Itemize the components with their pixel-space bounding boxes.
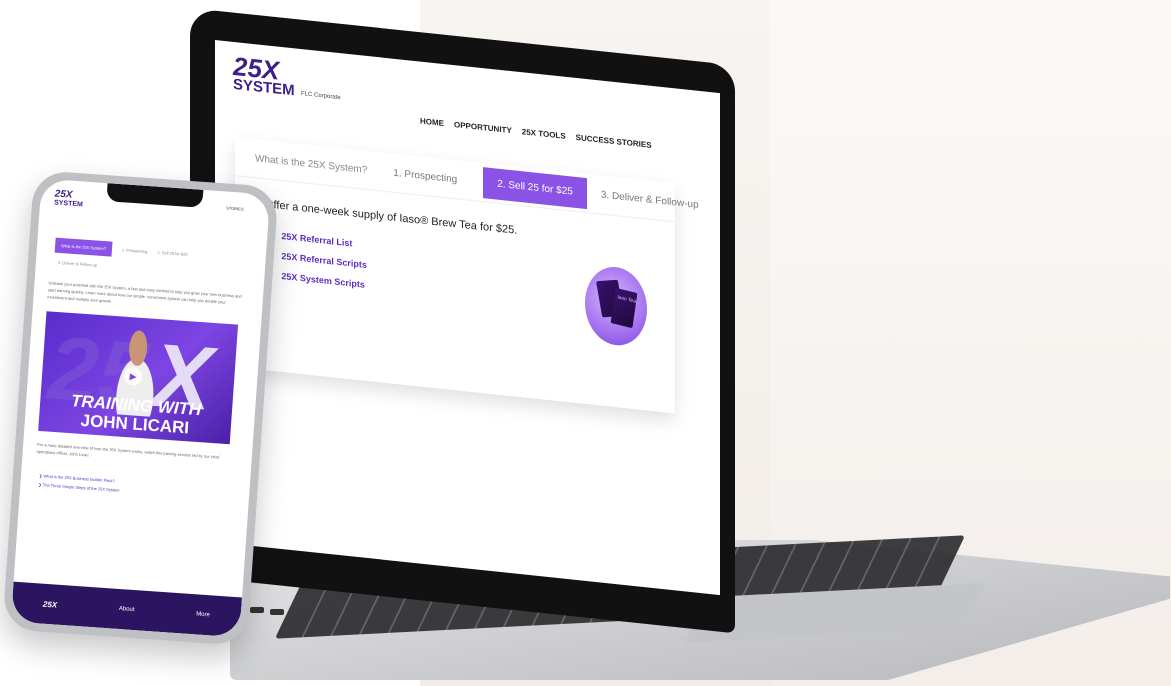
tab-deliver[interactable]: 3. Deliver & Follow-up	[601, 189, 699, 210]
link-label: 25X Referral Scripts	[281, 250, 367, 270]
nav-25x-tools[interactable]: 25X TOOLS	[522, 127, 566, 141]
phone-nav-stories[interactable]: STORIES	[226, 205, 244, 211]
link-referral-scripts[interactable]: ❯ 25X Referral Scripts	[265, 248, 367, 270]
site-logo[interactable]: 25X SYSTEM FLC Corporate	[233, 51, 341, 105]
bottom-nav-about[interactable]: About	[119, 606, 135, 613]
phone-intro-text: Unleash your potential with the 25X Syst…	[47, 280, 242, 305]
nav-success-stories[interactable]: SUCCESS STORIES	[576, 133, 652, 150]
phone-link-builder-pack[interactable]: ❯ What is the 25X Business Builder Pack?	[39, 473, 115, 483]
usb-port	[270, 609, 284, 615]
tab-sell-25[interactable]: 2. Sell 25 for $25	[483, 166, 587, 209]
laptop-screen: 25X SYSTEM FLC Corporate HOME OPPORTUNIT…	[215, 40, 720, 596]
logo-corp: FLC Corporate	[301, 91, 341, 102]
phone-step-tabs: What is the 25X System? 1. Prospecting 2…	[54, 237, 188, 262]
link-label: 25X Referral List	[281, 230, 353, 248]
phone-link-label: What is the 25X Business Builder Pack?	[43, 473, 115, 484]
training-video[interactable]: 25 X ▶ TRAINING WITH JOHN LICARI	[38, 311, 239, 445]
phone-tab-sell-25[interactable]: 2. Sell 25 for $25	[157, 250, 188, 257]
usb-port	[250, 607, 264, 613]
packet-label: Iaso Tea	[616, 294, 637, 305]
bottom-nav-more[interactable]: More	[196, 611, 210, 618]
phone-tab-deliver[interactable]: 3. Deliver & Follow-up	[58, 260, 97, 268]
resource-links: ❯ 25X Referral List ❯ 25X Referral Scrip…	[265, 228, 367, 299]
phone-logo[interactable]: 25X SYSTEM	[53, 189, 84, 210]
tab-what-is[interactable]: What is the 25X System?	[255, 153, 367, 176]
tab-prospecting[interactable]: 1. Prospecting	[393, 167, 457, 185]
phone-link-label: The Three Simple Steps of the 25X System	[42, 482, 120, 493]
nav-opportunity[interactable]: OPPORTUNITY	[454, 120, 512, 135]
phone-video-description: For a more detailed overview of how the …	[36, 441, 220, 460]
phone-bottom-nav: 25X About More	[10, 581, 243, 638]
bottom-nav-logo[interactable]: 25X	[43, 599, 58, 609]
phone-link-three-steps[interactable]: ❯ The Three Simple Steps of the 25X Syst…	[38, 482, 119, 493]
link-label: 25X System Scripts	[281, 270, 365, 290]
nav-home[interactable]: HOME	[420, 117, 444, 129]
phone-notch	[106, 183, 204, 208]
tea-packet: Iaso Tea	[610, 287, 638, 329]
phone-tab-what-is[interactable]: What is the 25X System?	[54, 237, 113, 257]
main-nav: HOME OPPORTUNITY 25X TOOLS SUCCESS STORI…	[420, 117, 652, 150]
offer-heading: Offer a one-week supply of Iaso® Brew Te…	[265, 198, 518, 237]
tea-product-image: Iaso Tea	[585, 263, 647, 349]
phone-logo-system: SYSTEM	[53, 199, 84, 209]
link-system-scripts[interactable]: ❯ 25X System Scripts	[265, 268, 367, 290]
phone-tab-prospecting[interactable]: 1. Prospecting	[122, 247, 148, 254]
phone-device: 25X SYSTEM STORIES What is the 25X Syste…	[2, 170, 279, 646]
phone-screen: 25X SYSTEM STORIES What is the 25X Syste…	[10, 178, 271, 638]
system-steps-card: What is the 25X System? 1. Prospecting 2…	[235, 137, 699, 414]
link-referral-list[interactable]: ❯ 25X Referral List	[265, 228, 367, 250]
